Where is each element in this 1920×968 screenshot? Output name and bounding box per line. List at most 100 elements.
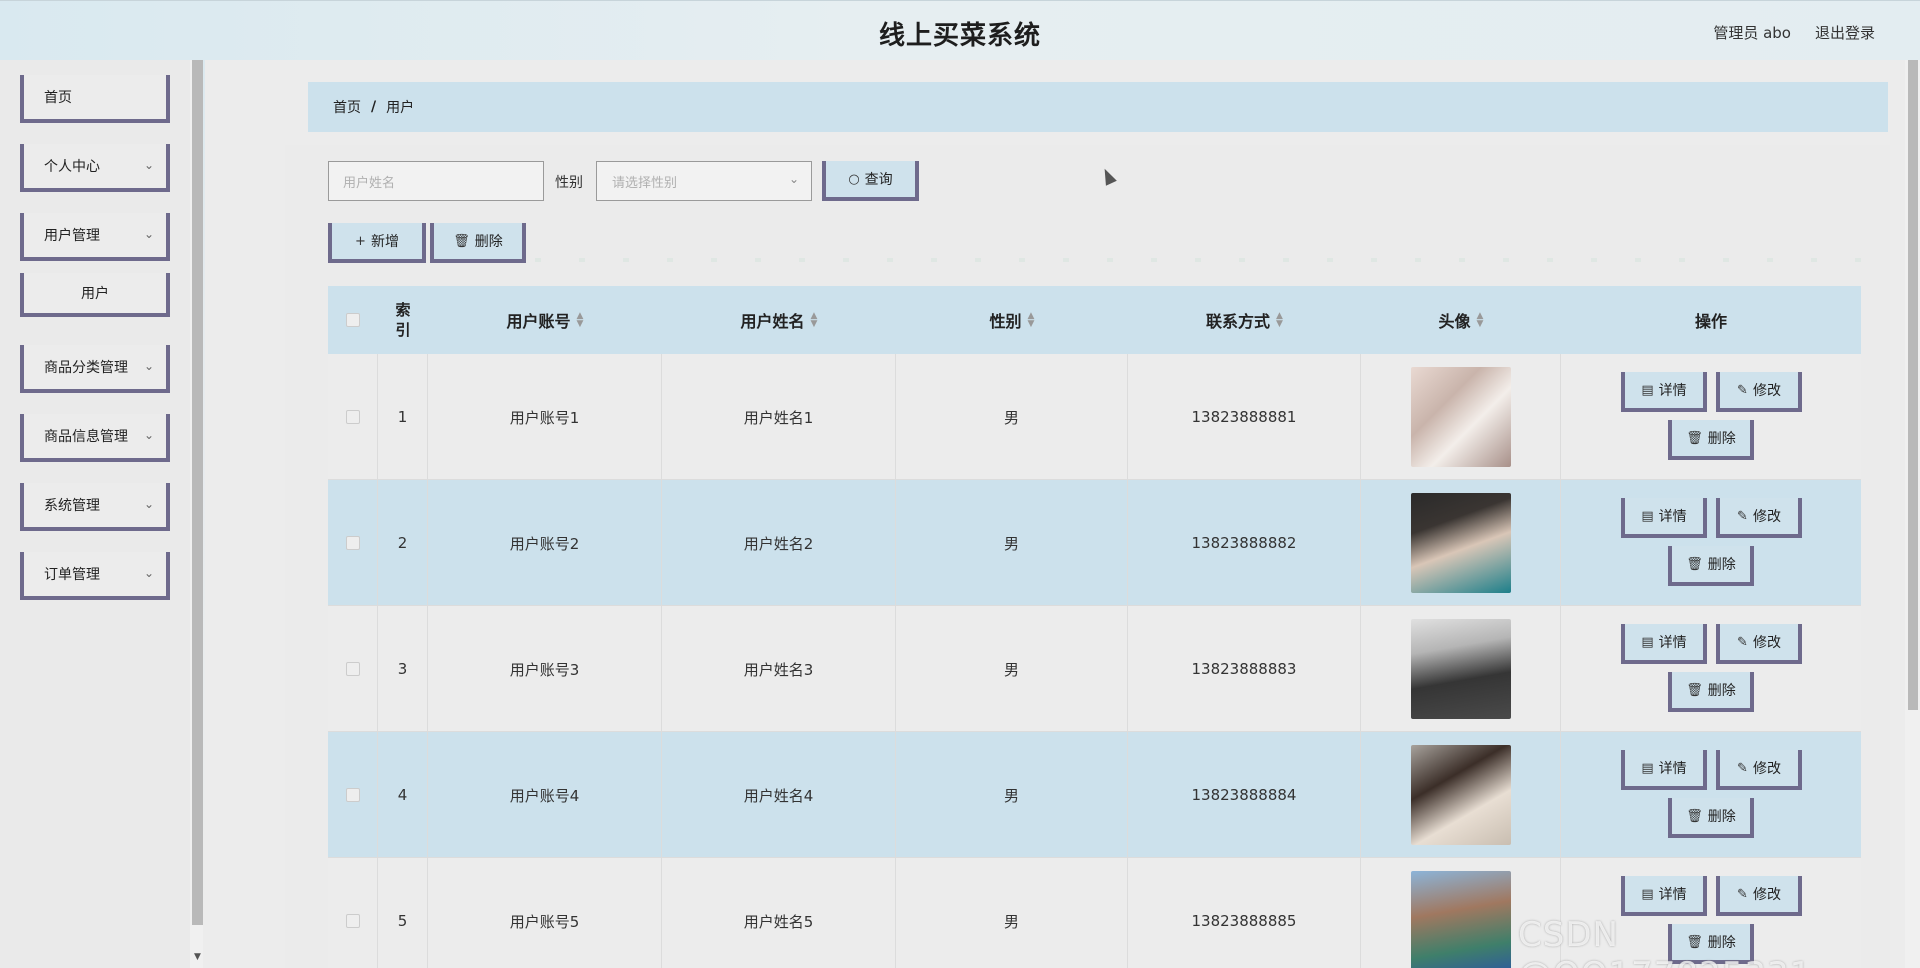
breadcrumb-home[interactable]: 首页: [333, 97, 361, 117]
sidebar-subitem-label: 用户: [81, 286, 109, 302]
sidebar-item-user-management[interactable]: 用户管理 ⌄: [20, 213, 170, 261]
chevron-down-icon: ⌄: [788, 172, 799, 186]
sidebar-item-label: 个人中心: [44, 159, 100, 175]
header-phone-label: 联系方式: [1206, 312, 1271, 331]
sidebar-item-order-management[interactable]: 订单管理 ⌄: [20, 552, 170, 600]
edit-button[interactable]: ✎ 修改: [1716, 750, 1802, 790]
row-phone: 13823888884: [1128, 732, 1361, 858]
batch-delete-button[interactable]: 🗑 删除: [430, 223, 526, 263]
watermark: CSDN @QQ177825331: [1518, 915, 1811, 968]
edit-button[interactable]: ✎ 修改: [1716, 372, 1802, 412]
chevron-down-icon: ⌄: [143, 428, 154, 442]
sidebar-item-system-management[interactable]: 系统管理 ⌄: [20, 483, 170, 531]
pencil-icon: ✎: [1737, 886, 1748, 902]
row-actions-cell: ▤ 详情 ✎ 修改 🗑 删除: [1561, 606, 1861, 732]
breadcrumb: 首页 / 用户: [308, 82, 1888, 132]
row-select-cell: [328, 606, 378, 732]
row-gender: 男: [896, 354, 1128, 480]
detail-label: 详情: [1658, 635, 1687, 651]
row-avatar-cell: [1361, 606, 1561, 732]
avatar[interactable]: [1410, 745, 1511, 845]
header-account-label: 用户账号: [506, 312, 571, 331]
row-checkbox[interactable]: [345, 788, 360, 802]
row-actions-cell: ▤ 详情 ✎ 修改 🗑 删除: [1561, 732, 1861, 858]
avatar[interactable]: [1410, 619, 1511, 719]
row-checkbox[interactable]: [345, 410, 360, 424]
row-account: 用户账号4: [428, 732, 662, 858]
delete-row-button[interactable]: 🗑 删除: [1668, 546, 1754, 586]
sort-icon[interactable]: ▲ ▼: [811, 312, 818, 329]
breadcrumb-current: 用户: [386, 100, 415, 116]
chevron-down-icon: ⌄: [143, 158, 154, 172]
sidebar-subitem-users[interactable]: 用户: [20, 273, 170, 317]
detail-button[interactable]: ▤ 详情: [1621, 624, 1707, 664]
avatar[interactable]: [1410, 367, 1511, 467]
row-checkbox[interactable]: [345, 536, 360, 550]
document-icon: ▤: [1641, 760, 1654, 776]
edit-label: 修改: [1752, 383, 1781, 399]
edit-label: 修改: [1752, 761, 1781, 777]
avatar[interactable]: [1410, 493, 1511, 593]
edit-button[interactable]: ✎ 修改: [1716, 876, 1802, 916]
logout-link[interactable]: 退出登录: [1815, 22, 1875, 43]
detail-button[interactable]: ▤ 详情: [1621, 876, 1707, 916]
avatar[interactable]: [1410, 871, 1511, 968]
sidebar-item-label: 用户管理: [44, 228, 100, 244]
admin-user-label: 管理员 abo: [1713, 24, 1791, 42]
row-name: 用户姓名1: [662, 354, 896, 480]
sidebar-item-product-management[interactable]: 商品信息管理 ⌄: [20, 414, 170, 462]
header-index-label: 索引: [395, 301, 411, 339]
main-scrollbar-thumb[interactable]: [1908, 60, 1918, 710]
sort-icon[interactable]: ▲ ▼: [1028, 312, 1035, 329]
header-phone[interactable]: 联系方式 ▲ ▼: [1128, 286, 1361, 354]
sidebar-item-label: 订单管理: [44, 567, 100, 583]
delete-row-button[interactable]: 🗑 删除: [1668, 672, 1754, 712]
sort-icon[interactable]: ▲ ▼: [1477, 312, 1484, 329]
chevron-down-icon: ⌄: [143, 497, 154, 511]
select-all-checkbox[interactable]: [346, 313, 360, 327]
row-index: 1: [378, 354, 428, 480]
add-button[interactable]: + 新增: [328, 223, 426, 263]
edit-button[interactable]: ✎ 修改: [1716, 624, 1802, 664]
delete-row-button[interactable]: 🗑 删除: [1668, 798, 1754, 838]
sort-icon[interactable]: ▲ ▼: [577, 312, 584, 329]
row-phone: 13823888885: [1128, 858, 1361, 968]
row-checkbox[interactable]: [345, 662, 360, 676]
detail-button[interactable]: ▤ 详情: [1621, 750, 1707, 790]
sidebar-item-category-management[interactable]: 商品分类管理 ⌄: [20, 345, 170, 393]
username-search-input[interactable]: 用户姓名: [328, 161, 544, 201]
row-index: 4: [378, 732, 428, 858]
detail-button[interactable]: ▤ 详情: [1621, 372, 1707, 412]
row-select-cell: [328, 480, 378, 606]
row-account: 用户账号2: [428, 480, 662, 606]
header-account[interactable]: 用户账号 ▲ ▼: [428, 286, 662, 354]
edit-label: 修改: [1752, 509, 1781, 525]
delete-row-button[interactable]: 🗑 删除: [1668, 420, 1754, 460]
main-content: 首页 / 用户 用户姓名 性别 请选择性别 ⌄ ○ 查询 + 新增 🗑 删除 索…: [205, 60, 1920, 968]
query-button[interactable]: ○ 查询: [822, 161, 919, 201]
row-actions-cell: ▤ 详情 ✎ 修改 🗑 删除: [1561, 354, 1861, 480]
edit-label: 修改: [1752, 635, 1781, 651]
header-avatar[interactable]: 头像 ▲ ▼: [1361, 286, 1561, 354]
scroll-down-arrow-icon[interactable]: ▼: [192, 952, 203, 964]
gender-select[interactable]: 请选择性别 ⌄: [596, 161, 812, 201]
sidebar-item-label: 商品信息管理: [44, 429, 128, 445]
sidebar-scrollbar-thumb[interactable]: [192, 60, 203, 925]
header-gender[interactable]: 性别 ▲ ▼: [896, 286, 1128, 354]
detail-button[interactable]: ▤ 详情: [1621, 498, 1707, 538]
edit-button[interactable]: ✎ 修改: [1716, 498, 1802, 538]
sort-icon[interactable]: ▲ ▼: [1276, 312, 1283, 329]
row-checkbox[interactable]: [345, 914, 360, 928]
row-avatar-cell: [1361, 732, 1561, 858]
header-name[interactable]: 用户姓名 ▲ ▼: [662, 286, 896, 354]
sidebar-item-home[interactable]: 首页: [20, 75, 170, 123]
row-select-cell: [328, 858, 378, 968]
delete-label: 删除: [1707, 809, 1736, 825]
pencil-icon: ✎: [1737, 634, 1748, 650]
table-row: 1 用户账号1 用户姓名1 男 13823888881 ▤ 详情 ✎ 修改 🗑 删除: [328, 354, 1861, 480]
sidebar-item-label: 系统管理: [44, 498, 100, 514]
sidebar-item-personal-center[interactable]: 个人中心 ⌄: [20, 144, 170, 192]
row-gender: 男: [896, 858, 1128, 968]
delete-label: 删除: [1707, 431, 1736, 447]
sidebar-menu: 首页 个人中心 ⌄ 用户管理 ⌄ 用户 商品分类管理 ⌄ 商品信息管理 ⌄ 系统…: [0, 60, 190, 968]
